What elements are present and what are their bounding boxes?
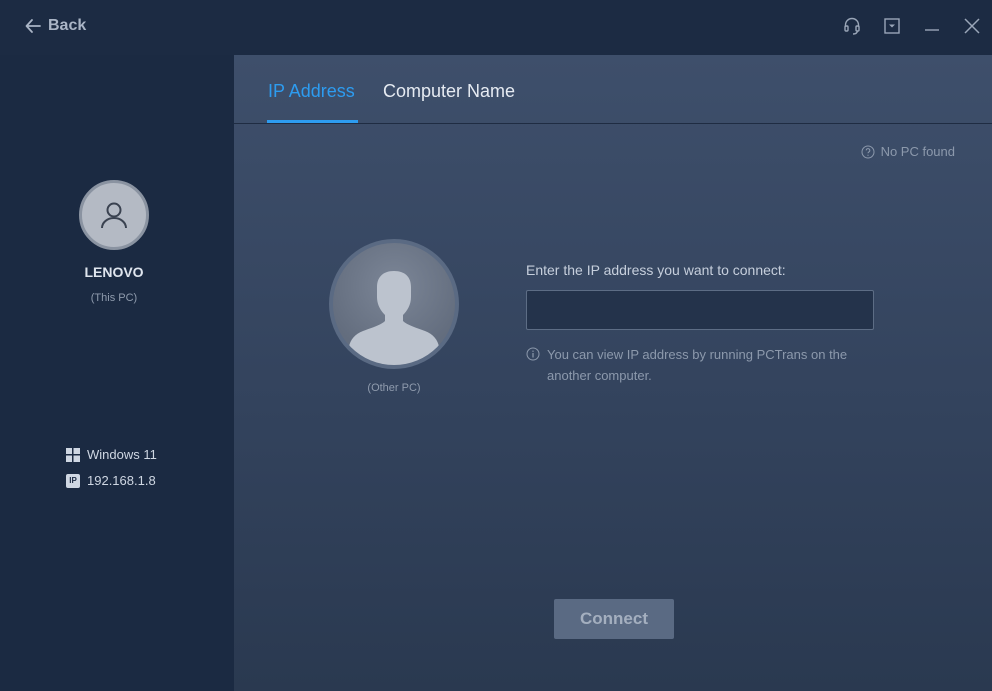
other-pc-avatar (329, 239, 459, 369)
tab-bar: IP Address Computer Name (234, 55, 992, 124)
no-pc-label: No PC found (880, 144, 955, 159)
ip-input-label: Enter the IP address you want to connect… (526, 262, 786, 278)
info-icon (526, 347, 540, 361)
person-silhouette-icon (347, 271, 441, 365)
close-icon (964, 18, 980, 34)
this-pc-panel: LENOVO (This PC) Windows 11 IP 192.168.1… (0, 55, 234, 691)
ip-label: 192.168.1.8 (87, 473, 156, 488)
windows-icon (66, 447, 80, 462)
question-icon (861, 145, 875, 158)
headset-icon (844, 17, 860, 35)
connect-button[interactable]: Connect (554, 599, 674, 639)
other-pc-label: (Other PC) (367, 382, 421, 394)
back-button[interactable]: Back (24, 14, 86, 38)
this-pc-label: (This PC) (90, 292, 138, 304)
os-info: Windows 11 (66, 447, 157, 462)
minimize-button[interactable] (912, 0, 952, 52)
close-button[interactable] (952, 0, 992, 52)
os-label: Windows 11 (87, 447, 157, 462)
support-button[interactable] (832, 0, 872, 52)
dropdown-icon (884, 18, 900, 34)
connect-panel: IP Address Computer Name No PC found (Ot… (234, 55, 992, 691)
no-pc-found-status[interactable]: No PC found (861, 144, 955, 159)
back-label: Back (48, 17, 87, 34)
title-bar: Back (0, 0, 992, 55)
arrow-left-icon (25, 19, 41, 33)
user-icon (101, 202, 127, 229)
menu-dropdown-button[interactable] (872, 0, 912, 52)
ip-icon: IP (66, 473, 80, 488)
ip-info: IP 192.168.1.8 (66, 473, 156, 488)
tab-computer-name[interactable]: Computer Name (383, 81, 515, 120)
tab-ip-address[interactable]: IP Address (267, 81, 358, 123)
this-pc-avatar (79, 180, 149, 250)
minimize-icon (925, 29, 939, 31)
ip-address-input[interactable] (526, 290, 874, 330)
ip-hint: You can view IP address by running PCTra… (526, 344, 876, 386)
ip-hint-text: You can view IP address by running PCTra… (547, 347, 848, 383)
this-pc-name: LENOVO (84, 264, 144, 280)
